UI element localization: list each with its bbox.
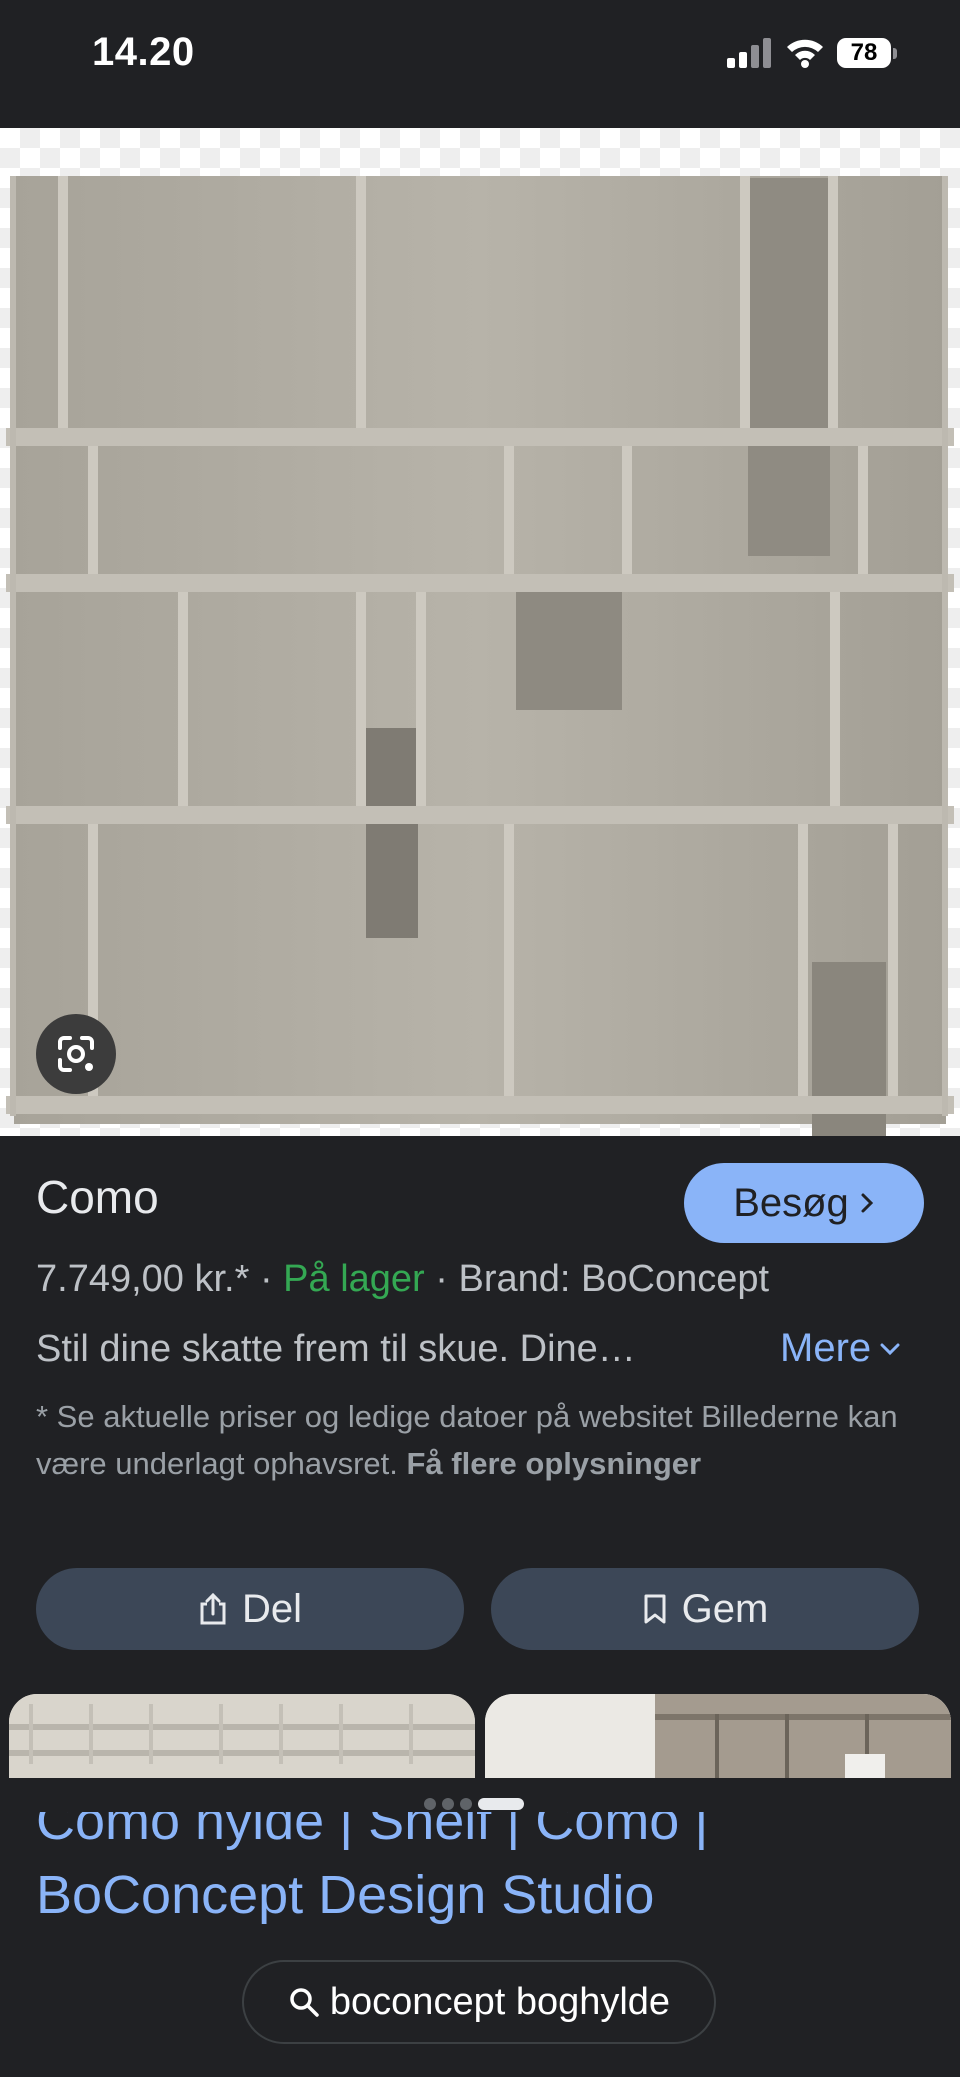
brand: Brand: BoConcept: [458, 1258, 770, 1300]
share-label: Del: [241, 1586, 303, 1631]
disclaimer: * Se aktuelle priser og ledige datoer på…: [36, 1393, 916, 1487]
page-indicator: [424, 1798, 524, 1810]
status-bar: 14.20 78: [0, 0, 960, 128]
result-title-link[interactable]: Como hylde | Shelf | Como | BoConcept De…: [36, 1812, 916, 1928]
bookmark-icon: [644, 1594, 666, 1624]
more-label: Mere: [780, 1326, 872, 1370]
chevron-right-icon: [861, 1193, 873, 1213]
product-title: Como: [36, 1171, 159, 1223]
related-thumbnail-1: [9, 1694, 475, 1778]
result-title-text: Como hylde | Shelf | Como | BoConcept De…: [36, 1812, 709, 1925]
page-dot-active: [478, 1798, 524, 1810]
battery-level: 78: [837, 38, 891, 68]
visit-button[interactable]: Besøg: [684, 1163, 924, 1243]
price: 7.749,00 kr.*: [36, 1258, 250, 1300]
page-dot: [424, 1798, 436, 1810]
wifi-icon: [787, 39, 823, 68]
visit-label: Besøg: [733, 1180, 849, 1225]
save-label: Gem: [681, 1586, 769, 1631]
chevron-down-icon: [880, 1343, 900, 1355]
share-icon: [200, 1592, 226, 1625]
related-thumbnail-2: [485, 1694, 951, 1778]
shelf-illustration: [6, 176, 954, 1136]
page-dot: [442, 1798, 454, 1810]
search-query: boconcept boghylde: [329, 1980, 671, 2023]
search-icon: [290, 1988, 319, 2017]
separator: ·: [259, 1258, 273, 1300]
product-meta: 7.749,00 kr.* · På lager · Brand: BoConc…: [36, 1258, 769, 1301]
product-image[interactable]: [0, 128, 960, 1136]
share-button[interactable]: Del: [36, 1568, 464, 1650]
product-description: Stil dine skatte frem til skue. Dine…: [36, 1328, 636, 1370]
related-image-2[interactable]: [485, 1694, 951, 1778]
related-image-1[interactable]: [9, 1694, 475, 1778]
search-pill[interactable]: boconcept boghylde: [242, 1960, 716, 2044]
lens-icon: [58, 1036, 94, 1072]
battery-icon: 78: [837, 38, 899, 70]
save-button[interactable]: Gem: [491, 1568, 919, 1650]
more-info-link[interactable]: Få flere oplysninger: [407, 1446, 702, 1481]
more-button[interactable]: Mere: [780, 1326, 901, 1371]
lens-button[interactable]: [36, 1014, 116, 1094]
status-time: 14.20: [92, 30, 195, 74]
signal-icon: [727, 38, 771, 68]
stock-status: På lager: [283, 1258, 425, 1300]
separator: ·: [435, 1258, 448, 1300]
page-dot: [460, 1798, 472, 1810]
